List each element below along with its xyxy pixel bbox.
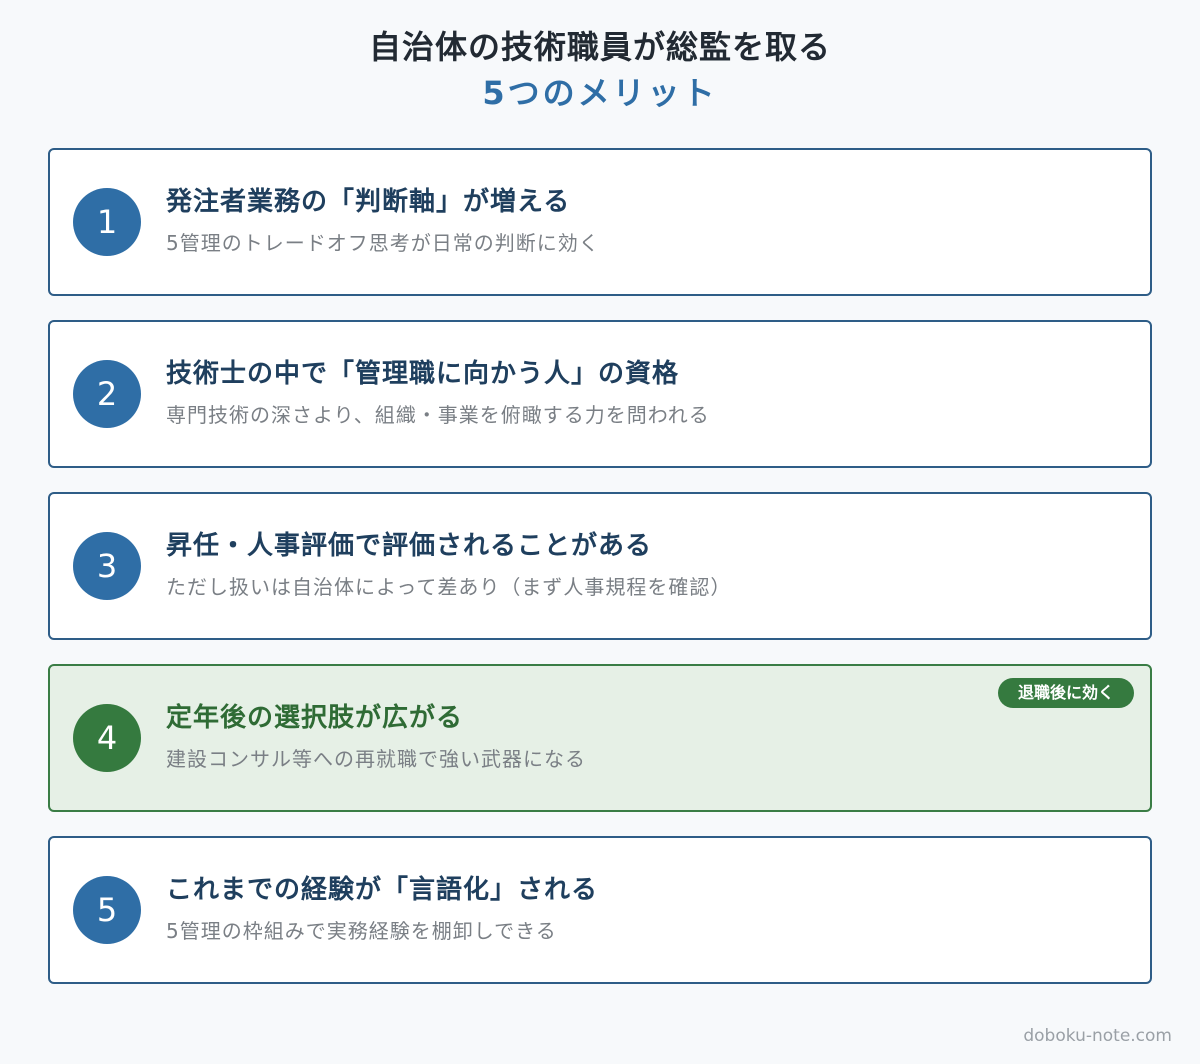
merit-description: 5管理の枠組みで実務経験を棚卸しできる	[166, 919, 557, 943]
title-block: 自治体の技術職員が総監を取る 5つのメリット	[0, 24, 1200, 116]
merit-heading: 定年後の選択肢が広がる	[166, 703, 464, 733]
number-badge: 4	[73, 704, 141, 772]
number-badge: 2	[73, 360, 141, 428]
merit-card-5: 5 これまでの経験が「言語化」される 5管理の枠組みで実務経験を棚卸しできる	[48, 836, 1152, 984]
merit-description: ただし扱いは自治体によって差あり（まず人事規程を確認）	[166, 575, 732, 599]
merit-list: 1 発注者業務の「判断軸」が増える 5管理のトレードオフ思考が日常の判断に効く …	[48, 148, 1152, 1008]
merit-card-2: 2 技術士の中で「管理職に向かう人」の資格 専門技術の深さより、組織・事業を俯瞰…	[48, 320, 1152, 468]
merit-heading: これまでの経験が「言語化」される	[166, 875, 599, 905]
site-credit: doboku-note.com	[1023, 1026, 1172, 1046]
page: 自治体の技術職員が総監を取る 5つのメリット 1 発注者業務の「判断軸」が増える…	[0, 0, 1200, 1064]
merit-card-4: 4 定年後の選択肢が広がる 建設コンサル等への再就職で強い武器になる 退職後に効…	[48, 664, 1152, 812]
merit-description: 専門技術の深さより、組織・事業を俯瞰する力を問われる	[166, 403, 710, 427]
page-title: 自治体の技術職員が総監を取る	[368, 28, 831, 66]
number-badge: 3	[73, 532, 141, 600]
number-badge: 1	[73, 188, 141, 256]
tag-badge: 退職後に効く	[997, 678, 1134, 708]
merit-card-3: 3 昇任・人事評価で評価されることがある ただし扱いは自治体によって差あり（まず…	[48, 492, 1152, 640]
number-badge: 5	[73, 876, 141, 944]
merit-heading: 発注者業務の「判断軸」が増える	[166, 187, 571, 217]
merit-card-1: 1 発注者業務の「判断軸」が増える 5管理のトレードオフ思考が日常の判断に効く	[48, 148, 1152, 296]
page-subtitle: 5つのメリット	[482, 74, 718, 112]
merit-heading: 昇任・人事評価で評価されることがある	[166, 531, 653, 561]
merit-description: 5管理のトレードオフ思考が日常の判断に効く	[166, 231, 600, 255]
merit-description: 建設コンサル等への再就職で強い武器になる	[166, 747, 586, 771]
merit-heading: 技術士の中で「管理職に向かう人」の資格	[166, 359, 680, 389]
